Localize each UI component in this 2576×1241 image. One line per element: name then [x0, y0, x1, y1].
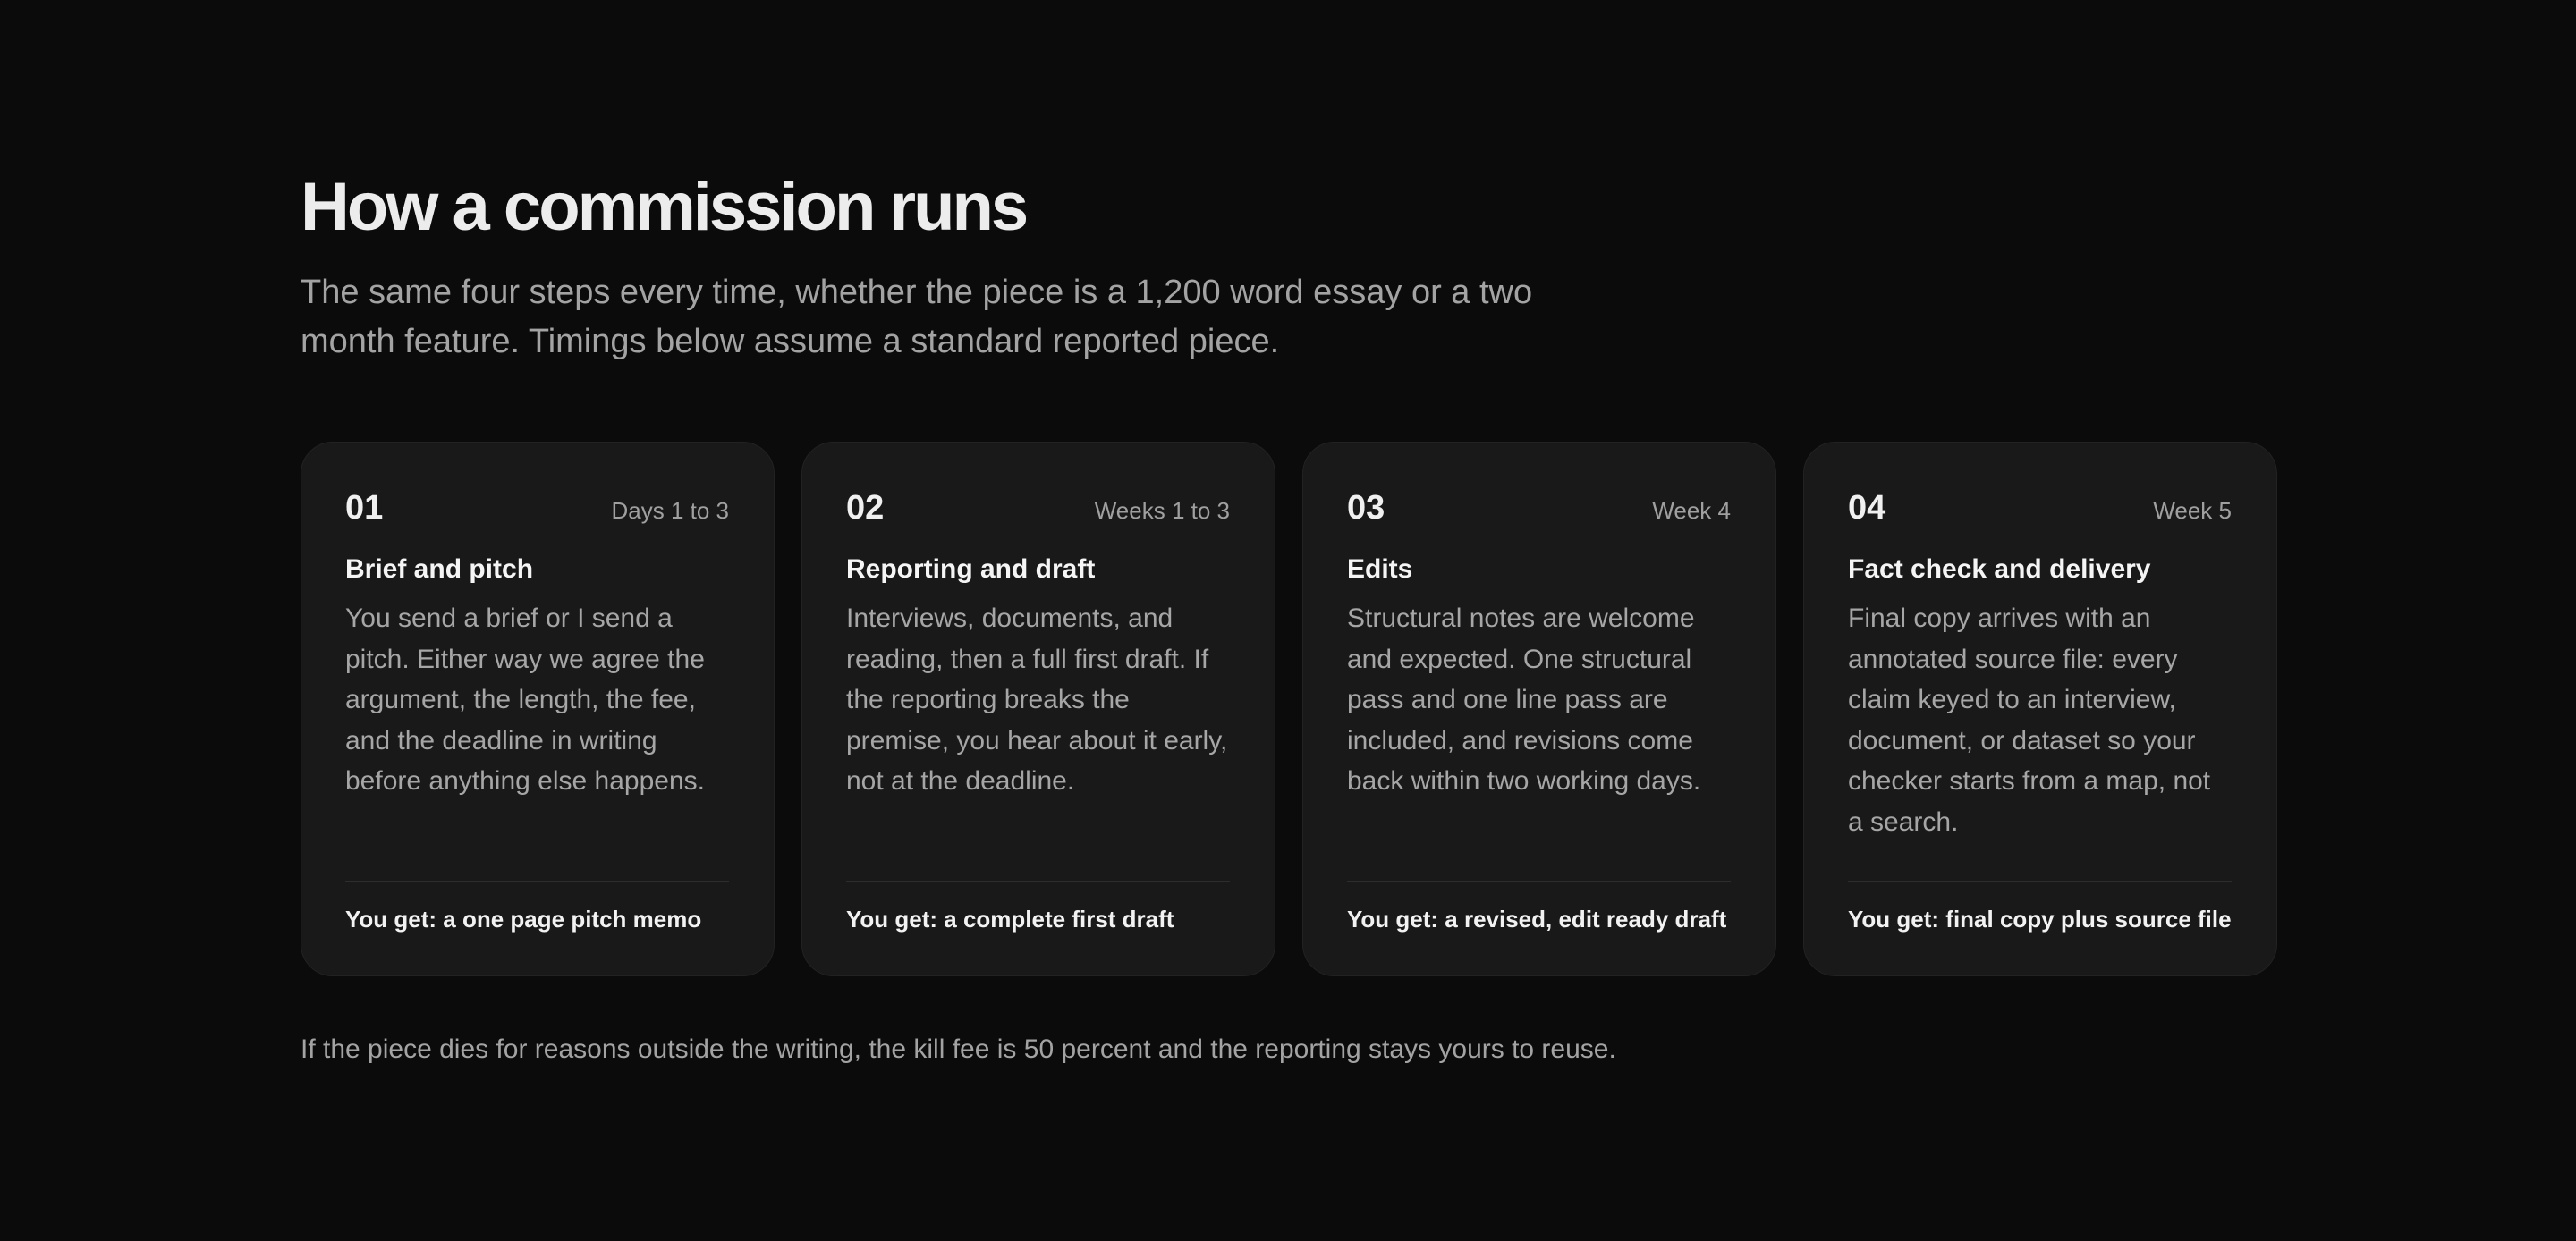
step-description: You send a brief or I send a pitch. Eith… [345, 604, 705, 796]
step-card-header: 03 Week 4 [1347, 489, 1731, 534]
step-number: 04 [1848, 489, 1886, 527]
step-card-4: 04 Week 5 Fact check and delivery Final … [1803, 442, 2277, 976]
step-card-2: 02 Weeks 1 to 3 Reporting and draft Inte… [801, 442, 1275, 976]
step-deliverable: You get: final copy plus source file [1848, 906, 2232, 933]
step-deliverable: You get: a complete first draft [846, 906, 1174, 933]
step-timing: Weeks 1 to 3 [1094, 497, 1230, 524]
step-description: Final copy arrives with an annotated sou… [1848, 604, 2211, 837]
card-divider [1347, 881, 1731, 882]
step-card-header: 01 Days 1 to 3 [345, 489, 729, 534]
step-deliverable: You get: a revised, edit ready draft [1347, 906, 1727, 933]
step-description: Structural notes are welcome and expecte… [1347, 604, 1701, 796]
kill-fee-footnote: If the piece dies for reasons outside th… [301, 1034, 1616, 1064]
page-title: How a commission runs [301, 169, 1029, 245]
step-timing: Week 4 [1652, 497, 1731, 524]
step-timing: Week 5 [2153, 497, 2232, 524]
step-card-3: 03 Week 4 Edits Structural notes are wel… [1302, 442, 1776, 976]
step-card-header: 04 Week 5 [1848, 489, 2232, 534]
page-subtitle: The same four steps every time, whether … [301, 274, 1533, 360]
step-deliverable: You get: a one page pitch memo [345, 906, 702, 933]
step-number: 03 [1347, 489, 1385, 527]
step-title: Fact check and delivery [1848, 554, 2151, 584]
step-cards: 01 Days 1 to 3 Brief and pitch You send … [301, 442, 2277, 976]
commission-process-section: How a commission runs The same four step… [301, 169, 2277, 1064]
step-title: Reporting and draft [846, 554, 1096, 584]
step-card-header: 02 Weeks 1 to 3 [846, 489, 1230, 534]
step-card-1: 01 Days 1 to 3 Brief and pitch You send … [301, 442, 775, 976]
step-title: Brief and pitch [345, 554, 534, 584]
step-timing: Days 1 to 3 [611, 497, 729, 524]
step-number: 02 [846, 489, 885, 527]
card-divider [345, 881, 729, 882]
card-divider [846, 881, 1230, 882]
card-divider [1848, 881, 2232, 882]
step-description: Interviews, documents, and reading, then… [846, 604, 1228, 796]
step-number: 01 [345, 489, 384, 527]
step-title: Edits [1347, 554, 1413, 584]
